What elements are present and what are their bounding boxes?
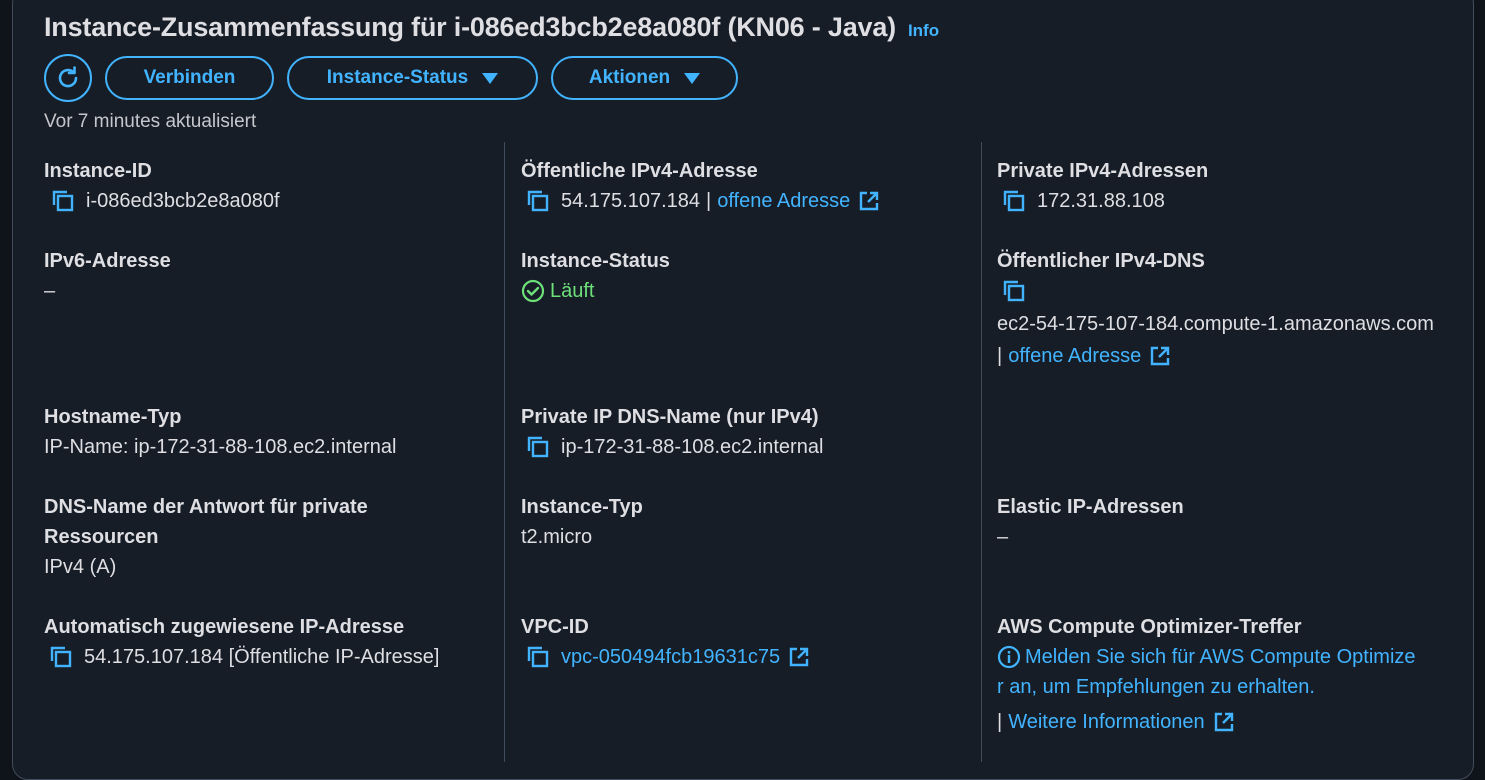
column-divider [981,142,982,762]
public-dns-value: ec2-54-175-107-184.compute-1.amazonaws.c… [997,313,1434,335]
instance-state-dropdown[interactable]: Instance-Status [287,56,538,100]
field-instance-id: Instance-ID i-086ed3bcb2e8a080f [44,156,280,216]
field-private-ipv4: Private IPv4-Adressen 172.31.88.108 [997,156,1208,216]
optimizer-opt-in-link-line2[interactable]: r an, um Empfehlungen zu erhalten. [997,672,1467,702]
field-label: VPC-ID [521,616,589,638]
field-elastic-ip: Elastic IP-Adressen – [997,492,1184,552]
copy-icon[interactable] [523,642,553,672]
field-instance-type: Instance-Typ t2.micro [521,492,643,552]
field-label: Instance-ID [44,160,152,182]
refresh-button[interactable] [44,54,92,102]
field-label: Instance-Status [521,250,670,272]
copy-icon[interactable] [48,186,78,216]
info-link[interactable]: Info [908,21,939,41]
connect-button[interactable]: Verbinden [105,56,274,100]
field-dns-answer: DNS-Name der Antwort für private Ressour… [44,492,368,582]
instance-type-value: t2.micro [521,526,593,548]
instance-state-label: Instance-Status [326,67,469,88]
instance-status-value: Läuft [550,280,595,302]
open-address-link[interactable]: offene Adresse [1008,341,1141,371]
external-link-icon[interactable] [1147,343,1173,369]
public-ipv4-value: 54.175.107.184 [561,190,701,212]
toolbar: Verbinden Instance-Status Aktionen [44,54,738,102]
copy-icon[interactable] [523,186,553,216]
field-label: DNS-Name der Antwort für private [44,496,368,518]
open-address-link[interactable]: offene Adresse [717,186,850,216]
field-instance-status: Instance-Status Läuft [521,246,670,306]
field-label: Automatisch zugewiesene IP-Adresse [44,616,405,638]
copy-icon[interactable] [523,432,553,462]
last-updated: Vor 7 minutes aktualisiert [44,111,257,132]
vpc-id-link[interactable]: vpc-050494fcb19631c75 [561,642,780,672]
field-label: AWS Compute Optimizer-Treffer [997,616,1302,638]
field-label: Private IPv4-Adressen [997,160,1209,182]
separator: | [706,190,712,212]
field-public-ipv4: Öffentliche IPv4-Adresse 54.175.107.184 … [521,156,882,216]
field-label: Hostname-Typ [44,406,182,428]
field-label: Öffentliche IPv4-Adresse [521,160,758,182]
elastic-ip-value: – [997,526,1009,548]
copy-icon[interactable] [46,642,76,672]
connect-label: Verbinden [143,67,236,88]
optimizer-opt-in-link-line1[interactable]: Melden Sie sich für AWS Compute Optimize [1025,642,1416,672]
field-optimizer: AWS Compute Optimizer-Treffer Melden Sie… [997,612,1467,737]
field-label: Private IP DNS-Name (nur IPv4) [521,406,819,428]
caret-down-icon [482,72,499,84]
separator: | [997,711,1003,733]
field-vpc-id: VPC-ID vpc-050494fcb19631c75 [521,612,812,672]
caret-down-icon [684,72,701,84]
field-private-dns: Private IP DNS-Name (nur IPv4) ip-172-31… [521,402,823,462]
field-public-dns: Öffentlicher IPv4-DNS ec2-54-175-107-184… [997,246,1472,371]
private-dns-value: ip-172-31-88-108.ec2.internal [561,436,824,458]
external-link-icon[interactable] [1211,709,1237,735]
field-label: IPv6-Adresse [44,250,171,272]
header: Instance-Zusammenfassung für i-086ed3bcb… [44,12,939,48]
actions-dropdown[interactable]: Aktionen [551,56,738,100]
field-label: Öffentlicher IPv4-DNS [997,250,1205,272]
refresh-icon [58,66,78,88]
info-circle-icon [997,645,1021,669]
field-hostname-type: Hostname-Typ IP-Name: ip-172-31-88-108.e… [44,402,396,462]
copy-icon[interactable] [999,276,1029,306]
ipv6-value: – [44,280,56,302]
learn-more-link[interactable]: Weitere Informationen [1008,707,1204,737]
field-ipv6: IPv6-Adresse – [44,246,171,306]
actions-label: Aktionen [588,67,671,88]
dns-answer-value: IPv4 (A) [44,556,117,578]
page-title: Instance-Zusammenfassung für i-086ed3bcb… [44,12,896,42]
external-link-icon[interactable] [856,188,882,214]
external-link-icon[interactable] [786,644,812,670]
field-auto-ip: Automatisch zugewiesene IP-Adresse 54.17… [44,612,439,672]
separator: | [997,345,1003,367]
copy-icon[interactable] [999,186,1029,216]
field-label: Elastic IP-Adressen [997,496,1184,518]
column-divider [504,142,505,762]
instance-id-value: i-086ed3bcb2e8a080f [86,190,280,212]
private-ipv4-value: 172.31.88.108 [1037,190,1165,212]
auto-ip-value: 54.175.107.184 [Öffentliche IP-Adresse] [84,646,440,668]
field-label: Instance-Typ [521,496,643,518]
check-circle-icon [521,279,545,303]
field-label: Ressourcen [44,526,159,548]
hostname-type-value: IP-Name: ip-172-31-88-108.ec2.internal [44,436,397,458]
